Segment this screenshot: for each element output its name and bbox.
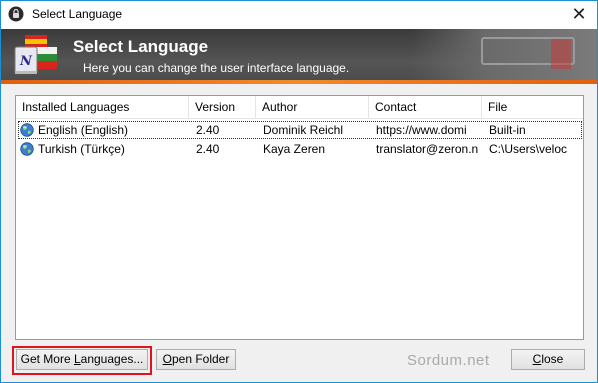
cell-contact: translator@zeron.n bbox=[376, 142, 479, 156]
window-title: Select Language bbox=[32, 7, 123, 21]
open-folder-button[interactable]: Open Folder bbox=[156, 349, 236, 370]
cell-contact: https://www.domi bbox=[376, 123, 467, 137]
title-bar: Select Language ✕ bbox=[1, 1, 597, 29]
cell-file: Built-in bbox=[489, 123, 526, 137]
column-header-version[interactable]: Version bbox=[189, 96, 256, 118]
close-button[interactable]: Close bbox=[511, 349, 585, 370]
cell-version: 2.40 bbox=[196, 123, 220, 137]
get-more-languages-button[interactable]: Get More Languages... bbox=[16, 349, 148, 370]
banner-decoration bbox=[411, 29, 597, 80]
banner-heading: Select Language bbox=[73, 37, 209, 56]
close-icon[interactable]: ✕ bbox=[567, 4, 591, 26]
banner-subheading: Here you can change the user interface l… bbox=[83, 61, 350, 75]
cell-author: Kaya Zeren bbox=[263, 142, 326, 156]
column-header-file[interactable]: File bbox=[482, 96, 583, 118]
lock-icon bbox=[8, 6, 24, 22]
language-flags-icon: N bbox=[14, 35, 57, 74]
column-header-installed-languages[interactable]: Installed Languages bbox=[16, 96, 189, 118]
list-item[interactable]: English (English) 2.40 Dominik Reichl ht… bbox=[18, 121, 582, 139]
cell-language: Turkish (Türkçe) bbox=[38, 142, 125, 156]
column-header-author[interactable]: Author bbox=[256, 96, 369, 118]
globe-icon bbox=[20, 123, 34, 137]
select-language-window: Select Language ✕ N Select Language Here… bbox=[0, 0, 598, 383]
globe-icon bbox=[20, 142, 34, 156]
svg-text:N: N bbox=[19, 54, 33, 69]
list-item[interactable]: Turkish (Türkçe) 2.40 Kaya Zeren transla… bbox=[18, 140, 582, 158]
cell-version: 2.40 bbox=[196, 142, 220, 156]
cell-author: Dominik Reichl bbox=[263, 123, 344, 137]
list-header: Installed Languages Version Author Conta… bbox=[16, 96, 583, 119]
cell-file: C:\Users\veloc bbox=[489, 142, 568, 156]
banner-accent-stripe bbox=[1, 80, 597, 84]
languages-list[interactable]: Installed Languages Version Author Conta… bbox=[15, 95, 584, 340]
cell-language: English (English) bbox=[38, 123, 129, 137]
banner: N Select Language Here you can change th… bbox=[1, 29, 597, 84]
watermark-text: Sordum.net bbox=[407, 352, 490, 369]
column-header-contact[interactable]: Contact bbox=[369, 96, 482, 118]
